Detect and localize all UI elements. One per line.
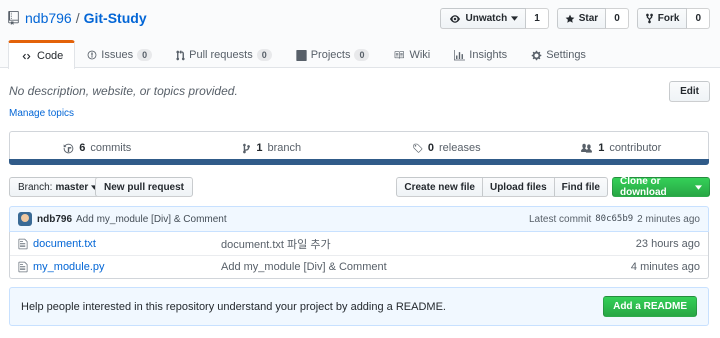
repo-icon xyxy=(8,11,19,25)
watch-group: Unwatch 1 xyxy=(439,8,549,29)
file-commit-message-link[interactable]: Add my_module [Div] & Comment xyxy=(221,261,631,273)
latest-commit-bar: ndb796 Add my_module [Div] & Comment Lat… xyxy=(9,206,709,232)
tab-wiki-label: Wiki xyxy=(409,49,431,61)
branch-count: 1 xyxy=(256,142,263,154)
history-icon xyxy=(63,143,74,154)
file-age: 4 minutes ago xyxy=(630,261,700,273)
issue-icon xyxy=(87,50,97,60)
language-bar[interactable] xyxy=(9,159,709,165)
project-icon xyxy=(296,49,307,61)
tab-settings-label: Settings xyxy=(546,49,586,61)
projects-counter: 0 xyxy=(354,49,370,61)
manage-topics-link[interactable]: Manage topics xyxy=(9,108,74,119)
eye-icon xyxy=(448,14,462,24)
tab-wiki[interactable]: Wiki xyxy=(381,40,442,69)
releases-label: releases xyxy=(439,142,481,154)
star-count[interactable]: 0 xyxy=(606,8,629,29)
code-icon xyxy=(20,52,33,61)
star-group: Star 0 xyxy=(556,8,629,29)
commit-message-link[interactable]: Add my_module [Div] & Comment xyxy=(76,214,227,225)
path-separator: / xyxy=(75,10,80,26)
repo-description: No description, website, or topics provi… xyxy=(9,84,238,98)
file-commit-message-link[interactable]: document.txt 파일 추가 xyxy=(221,236,636,252)
file-name-link[interactable]: my_module.py xyxy=(33,261,221,273)
contributors-count: 1 xyxy=(598,142,605,154)
fork-count[interactable]: 0 xyxy=(687,8,710,29)
upload-files-button[interactable]: Upload files xyxy=(481,177,555,197)
branch-label: branch xyxy=(267,142,302,154)
edit-button[interactable]: Edit xyxy=(669,81,710,102)
readme-prompt-text: Help people interested in this repositor… xyxy=(21,300,446,313)
issues-counter: 0 xyxy=(137,49,153,61)
branch-name: master xyxy=(55,181,89,193)
contributors-label: contributor xyxy=(609,142,662,154)
tag-icon xyxy=(412,143,423,154)
people-icon xyxy=(580,143,593,154)
tab-code[interactable]: Code xyxy=(8,40,76,69)
repo-title: ndb796 / Git-Study xyxy=(8,10,147,26)
avatar[interactable] xyxy=(18,212,32,226)
branch-prefix: Branch: xyxy=(18,181,53,193)
gear-icon xyxy=(531,50,542,61)
table-row: my_module.py Add my_module [Div] & Comme… xyxy=(10,255,708,278)
fork-label: Fork xyxy=(657,13,680,24)
readme-prompt: Help people interested in this repositor… xyxy=(9,287,709,326)
book-icon xyxy=(393,50,405,60)
clone-label: Clone or download xyxy=(620,176,667,198)
commit-age: 2 minutes ago xyxy=(637,213,700,225)
commit-author-link[interactable]: ndb796 xyxy=(37,214,72,225)
caret-down-icon xyxy=(511,16,519,21)
pagehead-actions: Unwatch 1 Star 0 Fork 0 xyxy=(439,8,710,29)
commits-label: commits xyxy=(90,142,132,154)
branch-icon xyxy=(242,143,251,154)
file-name-link[interactable]: document.txt xyxy=(33,238,221,250)
star-button[interactable]: Star xyxy=(556,8,607,29)
repo-nav: Code Issues 0 Pull requests 0 Projects 0… xyxy=(8,40,598,69)
new-pull-request-button[interactable]: New pull request xyxy=(95,177,194,197)
tab-projects[interactable]: Projects 0 xyxy=(284,40,382,69)
commit-meta: Latest commit 80c65b9 2 minutes ago xyxy=(529,214,700,225)
file-icon xyxy=(18,261,28,273)
star-icon xyxy=(565,14,575,24)
branch-select[interactable]: Branch: master xyxy=(9,177,108,197)
graph-icon xyxy=(454,49,466,61)
repo-name-link[interactable]: Git-Study xyxy=(84,10,147,26)
file-icon xyxy=(18,238,28,250)
unwatch-button[interactable]: Unwatch xyxy=(439,8,527,29)
tab-pull-requests[interactable]: Pull requests 0 xyxy=(164,40,284,69)
commits-count: 6 xyxy=(79,142,86,154)
table-row: document.txt document.txt 파일 추가 23 hours… xyxy=(10,232,708,255)
file-age: 23 hours ago xyxy=(635,237,700,250)
add-readme-button[interactable]: Add a README xyxy=(603,296,697,317)
fork-button[interactable]: Fork xyxy=(636,8,688,29)
tab-issues-label: Issues xyxy=(101,49,134,61)
releases-count: 0 xyxy=(427,142,435,154)
unwatch-label: Unwatch xyxy=(465,13,508,24)
find-file-button[interactable]: Find file xyxy=(553,177,608,197)
tab-projects-label: Projects xyxy=(310,49,351,61)
tab-pull-requests-label: Pull requests xyxy=(189,49,253,61)
repo-owner-link[interactable]: ndb796 xyxy=(25,10,72,26)
clone-or-download-button[interactable]: Clone or download xyxy=(612,176,710,198)
watch-count[interactable]: 1 xyxy=(526,8,549,29)
commit-sha-link[interactable]: 80c65b9 xyxy=(595,214,633,225)
latest-commit-prefix: Latest commit xyxy=(528,213,592,225)
caret-down-icon xyxy=(695,184,702,190)
tab-code-label: Code xyxy=(37,50,64,62)
create-new-file-button[interactable]: Create new file xyxy=(396,177,483,197)
star-label: Star xyxy=(578,13,599,24)
tab-insights[interactable]: Insights xyxy=(442,40,519,69)
tab-issues[interactable]: Issues 0 xyxy=(75,40,164,69)
pull-request-icon xyxy=(176,49,185,61)
file-list: document.txt document.txt 파일 추가 23 hours… xyxy=(9,232,709,279)
pull-requests-counter: 0 xyxy=(256,49,272,61)
file-nav-group: Create new file Upload files Find file xyxy=(396,177,608,197)
fork-group: Fork 0 xyxy=(636,8,710,29)
tab-insights-label: Insights xyxy=(469,49,508,61)
fork-icon xyxy=(645,13,654,24)
tab-settings[interactable]: Settings xyxy=(519,40,598,69)
